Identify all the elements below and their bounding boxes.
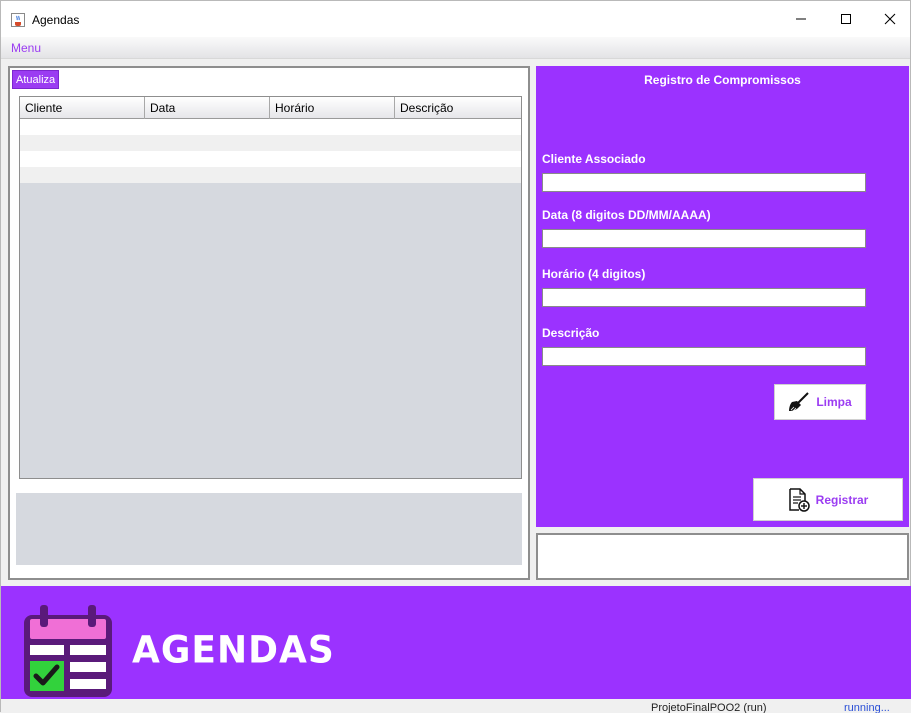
app-window: Agendas Menu Atualiza Cliente Data Horár…	[0, 0, 911, 713]
column-header-descricao[interactable]: Descrição	[395, 97, 521, 119]
appointments-table[interactable]: Cliente Data Horário Descrição	[19, 96, 522, 479]
registration-form-panel: Registro de Compromissos Cliente Associa…	[536, 66, 909, 527]
maximize-icon	[841, 14, 851, 24]
clear-button-label: Limpa	[816, 395, 852, 409]
time-label: Horário (4 digitos)	[542, 267, 646, 281]
column-header-cliente[interactable]: Cliente	[20, 97, 145, 119]
message-area	[536, 533, 909, 580]
table-row[interactable]	[20, 167, 521, 183]
table-header: Cliente Data Horário Descrição	[20, 97, 521, 119]
client-label: Cliente Associado	[542, 152, 646, 166]
date-label: Data (8 digitos DD/MM/AAAA)	[542, 208, 711, 222]
run-task-label[interactable]: ProjetoFinalPOO2 (run)	[651, 702, 767, 713]
clear-button[interactable]: Limpa	[774, 384, 866, 420]
java-cup-icon	[11, 13, 25, 27]
description-input[interactable]	[542, 347, 866, 366]
minimize-icon	[796, 18, 806, 20]
column-header-data[interactable]: Data	[145, 97, 270, 119]
table-row[interactable]	[20, 151, 521, 167]
agenda-list-panel: Atualiza Cliente Data Horário Descrição	[8, 66, 530, 580]
register-button-label: Registrar	[815, 492, 869, 507]
menu-bar: Menu	[1, 37, 910, 59]
window-title: Agendas	[32, 13, 80, 27]
close-icon	[884, 13, 896, 25]
calendar-check-icon	[24, 605, 112, 697]
footer-banner: AGENDAS	[1, 586, 911, 699]
time-input[interactable]	[542, 288, 866, 307]
maximize-button[interactable]	[823, 1, 869, 37]
table-row[interactable]	[20, 135, 521, 151]
broom-icon	[789, 392, 810, 412]
banner-title: AGENDAS	[132, 628, 335, 673]
ide-status-strip: ProjetoFinalPOO2 (run) running...	[1, 699, 911, 713]
details-area	[16, 493, 522, 565]
document-add-icon	[788, 487, 810, 512]
table-row[interactable]	[20, 119, 521, 135]
register-button[interactable]: Registrar	[753, 478, 903, 521]
form-title: Registro de Compromissos	[644, 73, 801, 87]
title-bar[interactable]: Agendas	[1, 1, 910, 37]
description-label: Descrição	[542, 326, 600, 340]
date-input[interactable]	[542, 229, 866, 248]
menu-item-menu[interactable]: Menu	[11, 41, 41, 55]
column-header-horario[interactable]: Horário	[270, 97, 395, 119]
refresh-button[interactable]: Atualiza	[12, 70, 60, 89]
minimize-button[interactable]	[778, 1, 824, 37]
client-input[interactable]	[542, 173, 866, 192]
close-button[interactable]	[867, 1, 911, 37]
running-status: running...	[844, 702, 890, 713]
